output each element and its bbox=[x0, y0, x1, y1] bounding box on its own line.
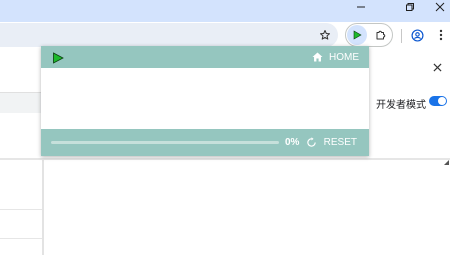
page-close-button[interactable] bbox=[427, 58, 447, 76]
developer-mode-label: 开发者模式 bbox=[376, 100, 426, 111]
star-icon bbox=[320, 30, 330, 40]
minimize-button[interactable] bbox=[346, 0, 376, 14]
popup-footer: 0% RESET bbox=[41, 129, 369, 156]
restore-button[interactable] bbox=[395, 0, 425, 14]
profile-icon bbox=[410, 28, 424, 42]
home-label: HOME bbox=[329, 51, 359, 63]
popup-body bbox=[41, 68, 369, 129]
page-nav-row bbox=[0, 93, 42, 113]
reset-button[interactable]: RESET bbox=[306, 135, 357, 149]
sidebar-divider bbox=[0, 209, 42, 210]
home-button[interactable]: HOME bbox=[312, 50, 359, 64]
extensions-group bbox=[345, 23, 393, 47]
popup-header: HOME bbox=[41, 46, 369, 68]
more-vert-icon bbox=[439, 29, 443, 41]
toolbar-separator bbox=[401, 29, 402, 43]
content-divider bbox=[0, 158, 450, 160]
developer-mode-toggle[interactable] bbox=[429, 96, 447, 106]
browser-menu-button[interactable] bbox=[432, 26, 450, 44]
minimize-icon bbox=[357, 6, 365, 8]
home-icon bbox=[312, 52, 323, 62]
profile-button[interactable] bbox=[408, 26, 426, 44]
extensions-menu-button[interactable] bbox=[372, 26, 390, 44]
bookmark-star-button[interactable] bbox=[316, 26, 334, 44]
close-icon bbox=[432, 62, 442, 72]
extension-popup: HOME 0% RESET bbox=[41, 46, 369, 156]
browser-toolbar bbox=[0, 22, 450, 48]
restore-icon bbox=[406, 3, 414, 11]
reset-icon bbox=[306, 136, 316, 147]
play-icon bbox=[53, 52, 64, 64]
close-icon bbox=[435, 2, 445, 12]
extension-button[interactable] bbox=[347, 25, 367, 45]
toggle-knob bbox=[438, 97, 446, 105]
puzzle-icon bbox=[376, 30, 386, 40]
scroll-corner-indicator bbox=[444, 160, 449, 165]
play-icon bbox=[353, 30, 362, 40]
page-left-panel bbox=[0, 48, 42, 93]
reset-label: RESET bbox=[323, 136, 357, 148]
sidebar-divider bbox=[0, 238, 42, 239]
address-bar[interactable] bbox=[0, 23, 338, 47]
title-bar bbox=[0, 0, 450, 22]
progress-percent: 0% bbox=[285, 137, 300, 148]
sidebar-column bbox=[0, 160, 44, 255]
progress-bar bbox=[51, 141, 279, 144]
window-close-button[interactable] bbox=[425, 0, 450, 14]
